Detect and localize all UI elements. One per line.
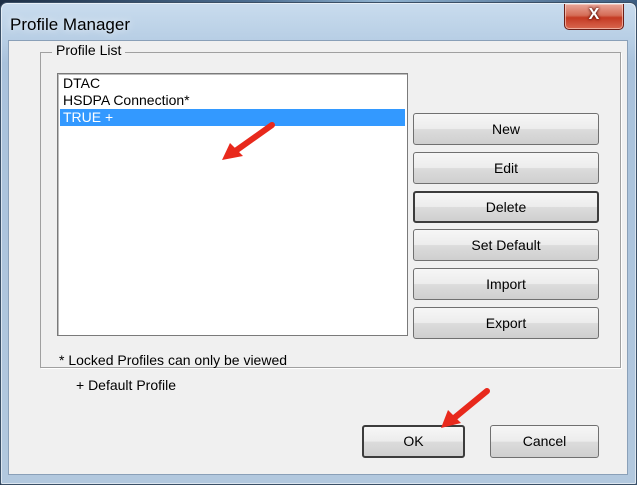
- title-bar[interactable]: Profile Manager: [1, 3, 636, 43]
- new-button[interactable]: New: [413, 113, 599, 145]
- close-button[interactable]: X: [564, 4, 624, 30]
- cancel-button[interactable]: Cancel: [490, 425, 599, 458]
- delete-button[interactable]: Delete: [413, 191, 599, 223]
- annotation-arrow-icon: [441, 388, 490, 428]
- profile-item-hsdpa-connection[interactable]: HSDPA Connection*: [60, 92, 405, 109]
- edit-button[interactable]: Edit: [413, 152, 599, 184]
- import-button[interactable]: Import: [413, 268, 599, 300]
- default-profile-note: + Default Profile: [76, 377, 176, 393]
- locked-profiles-note: * Locked Profiles can only be viewed: [59, 352, 288, 368]
- annotation-arrow-icon: [222, 122, 275, 160]
- window-title: Profile Manager: [10, 15, 131, 34]
- profile-list-group-label: Profile List: [52, 42, 126, 58]
- set-default-button[interactable]: Set Default: [413, 229, 599, 261]
- profile-listbox[interactable]: DTAC HSDPA Connection* TRUE +: [57, 73, 408, 336]
- close-icon: X: [588, 6, 600, 23]
- profile-item-dtac[interactable]: DTAC: [60, 75, 405, 92]
- export-button[interactable]: Export: [413, 307, 599, 339]
